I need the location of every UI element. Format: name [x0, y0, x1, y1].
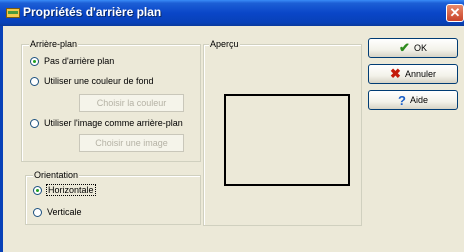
- close-icon: ✕: [449, 5, 461, 20]
- x-icon: ✖: [390, 66, 401, 81]
- background-group-label: Arrière-plan: [29, 39, 79, 49]
- radio-horizontal[interactable]: Horizontale: [33, 184, 96, 196]
- radio-button[interactable]: [30, 76, 39, 86]
- radio-button[interactable]: [33, 207, 42, 217]
- checkmark-icon: ✔: [399, 40, 410, 55]
- choose-color-button[interactable]: Choisir la couleur: [79, 94, 184, 112]
- cancel-button[interactable]: ✖ Annuler: [368, 64, 458, 84]
- choose-image-button[interactable]: Choisir une image: [79, 134, 184, 152]
- ok-label: OK: [413, 43, 427, 53]
- preview-area: [224, 94, 350, 186]
- orientation-group-label: Orientation: [33, 170, 80, 180]
- help-button[interactable]: ? Aide: [368, 90, 458, 110]
- radio-vertical[interactable]: Verticale: [33, 206, 82, 218]
- close-button[interactable]: ✕: [446, 4, 464, 22]
- title-bar: Propriétés d'arrière plan ✕: [0, 0, 464, 26]
- cancel-label: Annuler: [404, 69, 436, 79]
- ok-button[interactable]: ✔ OK: [368, 38, 458, 58]
- window-border: [0, 26, 3, 252]
- window-title: Propriétés d'arrière plan: [23, 5, 162, 19]
- help-label: Aide: [409, 95, 428, 105]
- radio-label: Utiliser une couleur de fond: [44, 76, 154, 86]
- preview-group-label: Aperçu: [209, 39, 240, 49]
- radio-no-background[interactable]: Pas d'arrière plan: [30, 55, 114, 67]
- radio-label: Verticale: [47, 207, 82, 217]
- radio-image-background[interactable]: Utiliser l'image comme arrière-plan: [30, 117, 183, 129]
- radio-label: Horizontale: [46, 184, 96, 196]
- radio-button[interactable]: [33, 185, 42, 195]
- app-icon: [6, 8, 20, 18]
- radio-label: Utiliser l'image comme arrière-plan: [44, 118, 183, 128]
- radio-button[interactable]: [30, 56, 39, 66]
- radio-label: Pas d'arrière plan: [44, 56, 115, 66]
- radio-background-color[interactable]: Utiliser une couleur de fond: [30, 75, 154, 87]
- question-icon: ?: [398, 92, 406, 108]
- radio-button[interactable]: [30, 118, 39, 128]
